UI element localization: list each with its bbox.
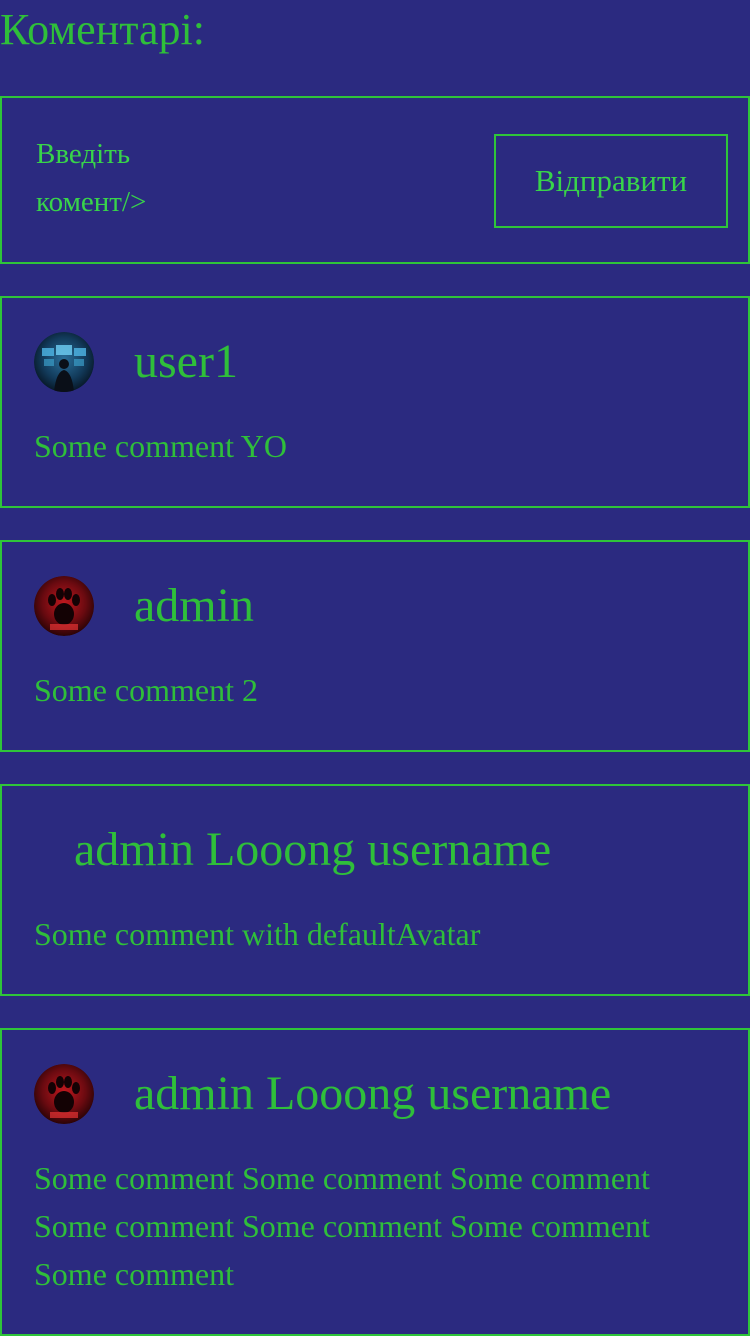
comment-username: user1 [134,335,238,388]
comment-text: Some comment with defaultAvatar [34,916,481,952]
comments-heading: Коментарі: [0,5,205,54]
comment-username: admin Looong username [74,823,552,876]
comments-page: Коментарі: Введіть комент/> Відправити u… [0,0,750,1336]
comment-card: admin Some comment 2 [0,540,750,752]
user-avatar [34,332,94,392]
comment-input[interactable]: Введіть комент/> [36,130,206,226]
comment-form: Введіть комент/> Відправити [0,96,750,264]
comment-card: admin Looong username Some comment Some … [0,1028,750,1336]
comment-card: user1 Some comment YO [0,296,750,508]
comment-username: admin Looong username [134,1067,612,1120]
send-button[interactable]: Відправити [494,134,728,228]
comment-card: admin Looong username Some comment with … [0,784,750,996]
comment-text: Some comment YO [34,428,287,464]
comment-text: Some comment Some comment Some comment S… [34,1160,650,1292]
user-avatar [34,576,94,636]
comment-text: Some comment 2 [34,672,258,708]
comment-username: admin [134,579,254,632]
user-avatar [34,1064,94,1124]
